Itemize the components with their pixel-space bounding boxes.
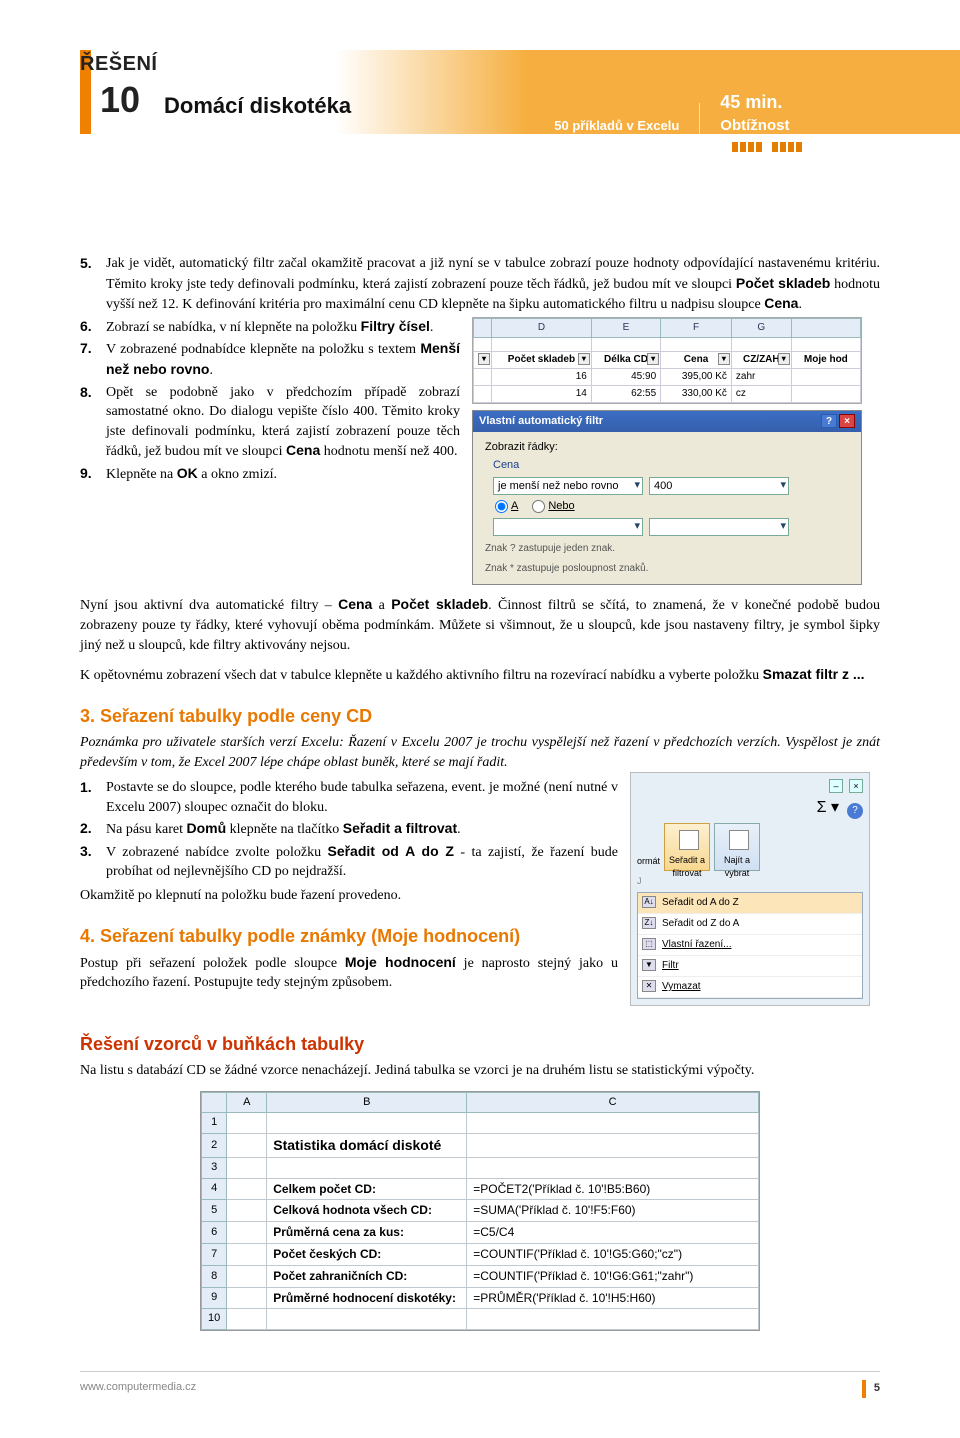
filter-field-label: Cena	[493, 458, 849, 473]
sort-step-1: 1.Postavte se do sloupce, podle kterého …	[80, 778, 880, 817]
heading-sort-price: 3. Seřazení tabulky podle ceny CD	[80, 704, 880, 729]
custom-autofilter-dialog: Vlastní automatický filtr ?× Zobrazit řá…	[472, 410, 862, 586]
menu-filter[interactable]: ▼Filtr	[638, 956, 862, 977]
menu-custom-sort[interactable]: ⬚Vlastní řazení...	[638, 935, 862, 956]
dropdown-icon[interactable]: ▾	[647, 353, 659, 365]
formulas-text: Na listu s databází CD se žádné vzorce n…	[80, 1061, 880, 1081]
sort-step-2: 2.Na pásu karet Domů klepněte na tlačítk…	[80, 819, 880, 840]
heading-formulas: Řešení vzorců v buňkách tabulky	[80, 1032, 880, 1057]
hint-2: Znak * zastupuje posloupnost znaků.	[485, 562, 849, 576]
difficulty-min: 0	[720, 138, 727, 156]
note-older-excel: Poznámka pro uživatele starších verzí Ex…	[80, 733, 880, 772]
help-icon[interactable]: ?	[821, 414, 837, 428]
radio-or[interactable]: Nebo	[532, 499, 574, 514]
step-9: 9.Klepněte na OK a okno zmizí.	[80, 464, 460, 485]
menu-clear[interactable]: ✕Vymazat	[638, 977, 862, 998]
sort-step-3: 3.V zobrazené nabídce zvolte položku Seř…	[80, 842, 880, 882]
section-number: 10	[80, 82, 140, 118]
dropdown-icon[interactable]: ▾	[578, 353, 590, 365]
show-rows-label: Zobrazit řádky:	[485, 440, 849, 455]
step-6: 6.Zobrazí se nabídka, v ní klepněte na p…	[80, 317, 460, 338]
menu-sort-za[interactable]: Z↓Seřadit od Z do A	[638, 914, 862, 935]
step-7: 7.V zobrazené podnabídce klepněte na pol…	[80, 339, 460, 380]
excel-table-screenshot: D E F G ▾ Počet skladeb▾ Délka CD▾ Cena▾	[472, 317, 862, 404]
hint-1: Znak ? zastupuje jeden znak.	[485, 542, 849, 556]
step-5: 5. Jak je vidět, automatický filtr začal…	[80, 254, 880, 315]
operator-combo[interactable]: je menší než nebo rovno	[493, 477, 643, 495]
step-8: 8.Opět se podobně jako v předchozím příp…	[80, 383, 460, 462]
operator2-combo[interactable]	[493, 518, 643, 536]
difficulty-pointer-icon	[760, 154, 770, 161]
value2-combo[interactable]	[649, 518, 789, 536]
book-subtitle: 50 příkladů v Excelu	[554, 117, 679, 135]
dialog-title: Vlastní automatický filtr	[479, 414, 603, 429]
page-number: 5	[874, 1381, 880, 1396]
dropdown-icon[interactable]: ▾	[478, 353, 490, 365]
footer-url: www.computermedia.cz	[80, 1380, 196, 1398]
paragraph-clear-filter: K opětovnému zobrazení všech dat v tabul…	[80, 665, 880, 686]
difficulty-bars	[732, 142, 802, 152]
difficulty-label: Obtížnost	[720, 115, 820, 136]
statistics-table-screenshot: A B C 12Statistika domácí diskoté34Celke…	[200, 1091, 760, 1331]
menu-sort-az[interactable]: A↓Seřadit od A do Z	[638, 893, 862, 914]
difficulty-max: 10	[806, 138, 820, 156]
value-combo[interactable]: 400	[649, 477, 789, 495]
page-title: Domácí diskotéka	[164, 91, 351, 122]
paragraph-filters-active: Nyní jsou aktivní dva automatické filtry…	[80, 595, 880, 655]
difficulty-box: 45 min. Obtížnost 0 10	[720, 90, 820, 161]
radio-and[interactable]: A	[495, 499, 518, 514]
close-icon[interactable]: ×	[839, 414, 855, 428]
dropdown-icon[interactable]: ▾	[778, 353, 790, 365]
section-label: ŘEŠENÍ	[80, 50, 140, 78]
sort-menu: A↓Seřadit od A do Z Z↓Seřadit od Z do A …	[637, 892, 863, 999]
dropdown-icon[interactable]: ▾	[718, 353, 730, 365]
duration-label: 45 min.	[720, 90, 820, 115]
